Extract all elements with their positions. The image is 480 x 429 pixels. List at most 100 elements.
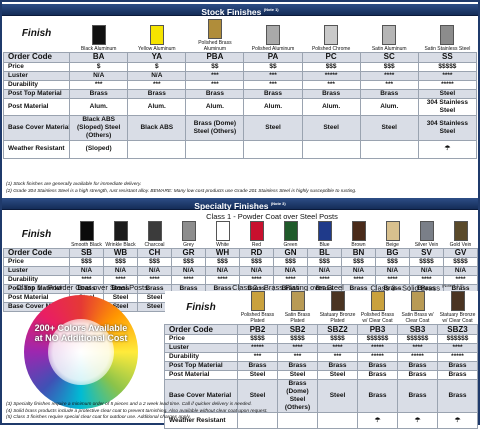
- table-cell: ***: [186, 71, 244, 80]
- table-cell: [186, 140, 244, 158]
- table-cell: $$$: [206, 258, 240, 267]
- finish-swatch-cell: Grey: [172, 221, 206, 249]
- finish-swatch-cell: Satin Brass Plated: [278, 291, 318, 325]
- table-row: Price$$$$$$$$$$$$$$$$$: [4, 62, 477, 71]
- table-cell: ***: [70, 80, 128, 89]
- table-cell: *****: [358, 344, 398, 353]
- color-swatch: [371, 291, 385, 311]
- color-swatch: [411, 291, 425, 311]
- row-label: Price: [4, 62, 70, 71]
- swatch-name: Gold Vein: [445, 242, 477, 248]
- table-cell: Brass: [318, 362, 358, 371]
- finish-swatch-cell: Statuary Bronze Plated: [318, 291, 358, 325]
- table-cell: N/A: [376, 267, 410, 276]
- table-cell: Steel: [238, 371, 278, 380]
- row-label: Order Code: [4, 249, 70, 258]
- color-wheel-text: 200+ Colors Available at NO Additional C…: [30, 323, 132, 343]
- table-cell: CH: [138, 249, 172, 258]
- table-cell: Steel: [278, 371, 318, 380]
- color-swatch: [440, 25, 454, 45]
- table-cell: N/A: [274, 267, 308, 276]
- finish-swatch-cell: Smooth Black: [70, 221, 104, 249]
- stock-title-note: (Note 1): [264, 7, 279, 12]
- table-cell: $$$: [70, 258, 104, 267]
- color-swatch: [150, 25, 164, 45]
- swatch-name: Brown: [343, 242, 375, 248]
- table-row: Price$$$$$$$$$$$$$$$$$$$$$$$$$$$$$$$$$$$…: [4, 258, 478, 267]
- finish-swatch-cell: Brown: [342, 221, 376, 249]
- row-label: Luster: [165, 344, 238, 353]
- finish-swatch-cell: Red: [240, 221, 274, 249]
- table-cell: $$$$$: [418, 62, 476, 71]
- color-swatch: [251, 291, 265, 311]
- table-cell: N/A: [172, 267, 206, 276]
- table-cell: GN: [274, 249, 308, 258]
- table-row: Post Top MaterialBrassBrassBrassBrassBra…: [4, 89, 477, 98]
- color-swatch: [216, 221, 230, 241]
- table-cell: BA: [70, 52, 128, 62]
- table-cell: ****: [172, 276, 206, 285]
- table-cell: Brass: [186, 89, 244, 98]
- stock-finishes-table: FinishBlack AluminumYellow AluminumPolis…: [3, 16, 477, 159]
- table-cell: ***: [186, 80, 244, 89]
- table-cell: ****: [438, 344, 478, 353]
- finish-swatch-cell: Blue: [308, 221, 342, 249]
- color-swatch: [266, 25, 280, 45]
- table-cell: SB3: [398, 325, 438, 335]
- table-cell: $$$: [104, 258, 138, 267]
- color-swatch: [114, 221, 128, 241]
- color-swatch: [148, 221, 162, 241]
- table-cell: Brass: [360, 89, 418, 98]
- table-row: Weather Resistant(Sloped)☂: [4, 140, 477, 158]
- table-row: Post MaterialAlum.Alum.Alum.Alum.Alum.Al…: [4, 98, 477, 115]
- row-label: Weather Resistant: [4, 140, 70, 158]
- table-cell: Steel: [318, 371, 358, 380]
- specialty-notes: (3) Specialty finishes require a minimum…: [6, 402, 476, 422]
- table-cell: N/A: [70, 71, 128, 80]
- finish-swatch-cell: Polished Chrome: [302, 16, 360, 52]
- color-swatch: [318, 221, 332, 241]
- color-swatch: [291, 291, 305, 311]
- class1-title: Class 1 - Powder Coat over Steel Posts: [68, 212, 476, 221]
- table-cell: [128, 140, 186, 158]
- table-row: Order CodeBAYAPBAPAPCSCSS: [4, 52, 477, 62]
- table-cell: ***: [128, 80, 186, 89]
- swatch-name: Black Aluminum: [71, 46, 127, 52]
- table-cell: PB2: [238, 325, 278, 335]
- table-cell: SV: [410, 249, 444, 258]
- color-swatch: [451, 291, 465, 311]
- table-cell: N/A: [308, 267, 342, 276]
- row-label: Price: [4, 258, 70, 267]
- swatch-name: Polished Brass Aluminum: [187, 40, 243, 52]
- finish-swatch-cell: Yellow Aluminum: [128, 16, 186, 52]
- color-swatch: [331, 291, 345, 311]
- color-swatch: [324, 25, 338, 45]
- table-cell: $: [128, 62, 186, 71]
- swatch-name: Satin Brass Plated: [279, 312, 317, 324]
- table-row: Price$$$$$$$$$$$$$$$$$$$$$$$$$$$$$$: [165, 335, 480, 344]
- swatch-name: Statuary Bronze Plated: [319, 312, 357, 324]
- finish-swatch-cell: Polished Aluminum: [244, 16, 302, 52]
- table-cell: Alum.: [186, 98, 244, 115]
- row-label: Post Material: [4, 98, 70, 115]
- finish-swatch-cell: Black Aluminum: [70, 16, 128, 52]
- finish-swatch-cell: Wrinkle Black: [104, 221, 138, 249]
- color-swatch: [80, 221, 94, 241]
- stock-finishes-header: Stock Finishes (Note 1): [2, 4, 478, 16]
- row-label: Durability: [4, 80, 70, 89]
- row-label: Order Code: [4, 52, 70, 62]
- table-cell: Alum.: [70, 98, 128, 115]
- swatch-name: Statuary Bronze w/ Clear Coat: [439, 312, 477, 324]
- table-cell: $$$$: [410, 258, 444, 267]
- table-row: Post Top MaterialBrassBrassBrassBrassBra…: [165, 362, 480, 371]
- table-cell: SB2: [278, 325, 318, 335]
- finish-swatch-cell: Charcoal: [138, 221, 172, 249]
- finish-swatch-cell: Green: [274, 221, 308, 249]
- swatch-name: Red: [241, 242, 273, 248]
- swatch-name: Polished Aluminum: [245, 46, 301, 52]
- table-cell: *****: [238, 344, 278, 353]
- table-cell: Brass: [128, 89, 186, 98]
- class3-title-note: (Note 4 & 5): [442, 283, 464, 288]
- table-cell: BL: [308, 249, 342, 258]
- finish-swatch-cell: Polished Brass Aluminum: [186, 16, 244, 52]
